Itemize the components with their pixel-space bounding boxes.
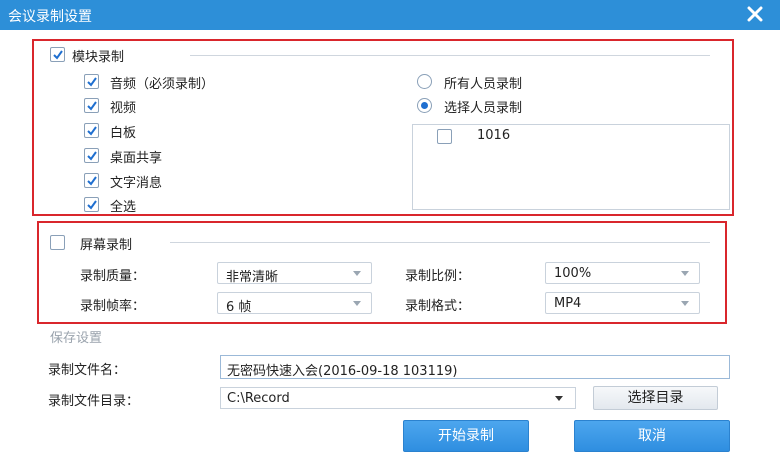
quality-value: 非常清晰 — [226, 270, 279, 285]
start-record-button[interactable]: 开始录制 — [403, 420, 529, 452]
fps-label: 录制帧率： — [80, 299, 146, 314]
chevron-down-icon[interactable] — [555, 396, 563, 401]
audio-label: 音频（必须录制） — [110, 77, 215, 92]
desktop-share-label: 桌面共享 — [110, 151, 163, 166]
chevron-down-icon — [353, 271, 361, 276]
record-all-radio[interactable] — [417, 74, 432, 89]
ratio-value: 100% — [554, 266, 592, 281]
quality-select[interactable]: 非常清晰 — [217, 262, 372, 285]
screen-record-label: 屏幕录制 — [80, 238, 133, 253]
format-value: MP4 — [554, 296, 582, 311]
select-all-label: 全选 — [110, 200, 137, 215]
directory-value: C:\Record — [227, 391, 290, 406]
filename-label: 录制文件名： — [48, 363, 127, 378]
choose-directory-label: 选择目录 — [627, 390, 684, 406]
whiteboard-label: 白板 — [110, 126, 137, 141]
desktop-share-checkbox[interactable] — [84, 148, 99, 163]
video-label: 视频 — [110, 101, 137, 116]
format-label: 录制格式： — [405, 299, 471, 314]
filename-input[interactable]: 无密码快速入会(2016-09-18 103119) — [220, 355, 730, 379]
screen-divider — [170, 242, 710, 243]
window-title: 会议录制设置 — [8, 9, 92, 25]
chevron-down-icon — [681, 301, 689, 306]
module-record-checkbox[interactable] — [50, 47, 65, 62]
fps-value: 6 帧 — [226, 300, 252, 315]
whiteboard-checkbox[interactable] — [84, 123, 99, 138]
directory-combo[interactable]: C:\Record — [220, 387, 576, 409]
select-all-checkbox[interactable] — [84, 197, 99, 212]
member-checkbox[interactable] — [437, 129, 452, 144]
directory-label: 录制文件目录： — [48, 394, 140, 409]
text-message-label: 文字消息 — [110, 176, 163, 191]
save-settings-heading: 保存设置 — [50, 331, 103, 346]
start-record-label: 开始录制 — [438, 428, 494, 444]
filename-value: 无密码快速入会(2016-09-18 103119) — [227, 364, 458, 379]
record-selected-radio[interactable] — [417, 98, 432, 113]
chevron-down-icon — [353, 301, 361, 306]
audio-checkbox[interactable] — [84, 74, 99, 89]
member-list[interactable]: 1016 — [412, 124, 730, 210]
title-bar: 会议录制设置 — [0, 0, 780, 30]
screen-record-checkbox[interactable] — [50, 235, 65, 250]
close-icon[interactable] — [744, 3, 766, 25]
chevron-down-icon — [681, 271, 689, 276]
record-selected-label: 选择人员录制 — [444, 101, 523, 116]
text-message-checkbox[interactable] — [84, 173, 99, 188]
fps-select[interactable]: 6 帧 — [217, 292, 372, 315]
module-divider — [190, 55, 710, 56]
cancel-button[interactable]: 取消 — [574, 420, 730, 452]
record-all-label: 所有人员录制 — [444, 77, 523, 92]
format-select[interactable]: MP4 — [545, 292, 700, 314]
video-checkbox[interactable] — [84, 98, 99, 113]
ratio-select[interactable]: 100% — [545, 262, 700, 284]
member-name: 1016 — [477, 128, 511, 143]
cancel-label: 取消 — [638, 428, 666, 444]
ratio-label: 录制比例： — [405, 269, 471, 284]
module-record-label: 模块录制 — [72, 50, 125, 65]
choose-directory-button[interactable]: 选择目录 — [593, 386, 718, 410]
quality-label: 录制质量： — [80, 269, 146, 284]
